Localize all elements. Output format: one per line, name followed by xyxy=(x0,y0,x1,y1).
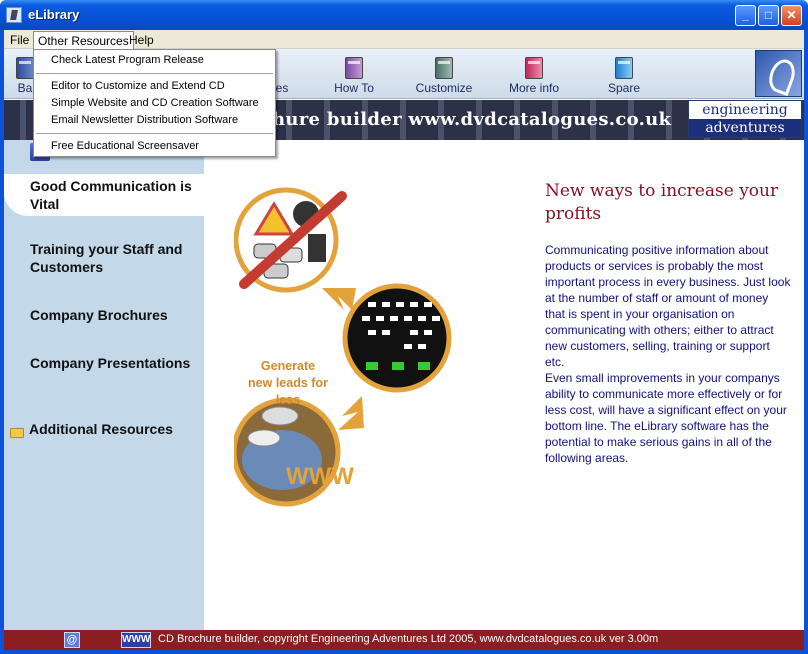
menu-file[interactable]: File xyxy=(6,32,33,48)
cd-disc-icon-2 xyxy=(247,429,281,447)
menu-item-editor[interactable]: Editor to Customize and Extend CD xyxy=(34,78,275,95)
menu-item-email-newsletter[interactable]: Email Newsletter Distribution Software xyxy=(34,112,275,129)
sidebar: Good Communication is Vital Training you… xyxy=(4,140,204,630)
illus-circle-invaders xyxy=(342,283,452,393)
status-text: CD Brochure builder, copyright Engineeri… xyxy=(158,633,659,645)
customize-book-icon xyxy=(435,57,453,79)
menu-separator xyxy=(36,133,273,134)
cd-disc-icon-1 xyxy=(261,406,299,426)
sidebar-item-additional-resources[interactable]: Additional Resources xyxy=(4,420,204,438)
how-to-label: How To xyxy=(334,81,374,95)
client-area: File Other Resources Help Ba es How To C… xyxy=(4,30,804,650)
www-button[interactable]: WWW xyxy=(121,632,151,648)
window-title: eLibrary xyxy=(28,7,80,22)
menu-help[interactable]: Help xyxy=(125,32,158,48)
customize-label: Customize xyxy=(415,81,473,95)
other-resources-dropdown: Check Latest Program Release Editor to C… xyxy=(33,49,276,157)
sidebar-item-company-presentations[interactable]: Company Presentations xyxy=(4,354,204,372)
menu-item-simple-website[interactable]: Simple Website and CD Creation Software xyxy=(34,95,275,112)
invader-shield-mid xyxy=(392,362,404,370)
resources-label: es xyxy=(275,81,289,95)
back-label: Ba xyxy=(17,81,33,95)
menu-item-check-latest[interactable]: Check Latest Program Release xyxy=(34,52,275,69)
sidebar-item-training[interactable]: Training your Staff and Customers xyxy=(4,240,204,276)
brand-logo-icon xyxy=(755,50,802,97)
close-button[interactable]: ✕ xyxy=(781,5,802,26)
fuel-pump-icon xyxy=(308,234,326,262)
banner-text: hure builder www.dvdcatalogues.co.uk xyxy=(272,109,672,130)
brand-line2: adventures xyxy=(689,119,801,137)
app-icon[interactable] xyxy=(6,7,22,23)
more-info-button[interactable]: More info xyxy=(492,53,576,97)
arrow-down-left-icon xyxy=(338,396,364,430)
invader-shield-right xyxy=(418,362,430,370)
how-to-button[interactable]: How To xyxy=(312,53,396,97)
app-window: eLibrary _ □ ✕ File Other Resources Help… xyxy=(0,0,808,654)
arrow-down-right-icon xyxy=(322,288,356,310)
title-bar[interactable]: eLibrary _ □ ✕ xyxy=(0,0,808,30)
generate-leads-illustration: WWW xyxy=(234,187,452,507)
body-paragraph-2: Even small improvements in your companys… xyxy=(545,371,787,465)
main-content: WWW Generate new leads for less New ways… xyxy=(204,140,804,630)
menu-bar: File Other Resources Help xyxy=(4,30,804,49)
maximize-icon: □ xyxy=(764,8,773,22)
email-icon[interactable]: @ xyxy=(64,632,80,648)
brand-line1: engineering xyxy=(702,102,788,118)
body-text: Communicating positive information about… xyxy=(545,242,791,466)
sidebar-item-good-communication[interactable]: Good Communication is Vital xyxy=(4,174,204,216)
minimize-icon: _ xyxy=(742,8,749,22)
more-info-book-icon xyxy=(525,57,543,79)
close-icon: ✕ xyxy=(786,8,797,22)
spare-book-icon xyxy=(615,57,633,79)
body-paragraph-1: Communicating positive information about… xyxy=(545,243,791,369)
spare-label: Spare xyxy=(607,81,641,95)
generate-leads-text: Generate new leads for less xyxy=(248,359,328,407)
how-to-book-icon xyxy=(345,57,363,79)
menu-item-screensaver[interactable]: Free Educational Screensaver xyxy=(34,138,275,155)
www-graphic: WWW xyxy=(286,463,354,490)
invader-shield-left xyxy=(366,362,378,370)
status-bar: @ WWW CD Brochure builder, copyright Eng… xyxy=(4,630,804,650)
engineering-adventures-logo: engineering adventures xyxy=(688,100,802,138)
menu-separator xyxy=(36,73,273,74)
customize-button[interactable]: Customize xyxy=(402,53,486,97)
menu-other-resources[interactable]: Other Resources xyxy=(33,31,134,49)
page-headline: New ways to increase your profits xyxy=(545,181,779,224)
spare-button[interactable]: Spare xyxy=(582,53,666,97)
maximize-button[interactable]: □ xyxy=(758,5,779,26)
back-book-icon xyxy=(16,57,34,79)
minimize-button[interactable]: _ xyxy=(735,5,756,26)
sidebar-item-company-brochures[interactable]: Company Brochures xyxy=(4,306,204,324)
more-info-label: More info xyxy=(508,81,560,95)
